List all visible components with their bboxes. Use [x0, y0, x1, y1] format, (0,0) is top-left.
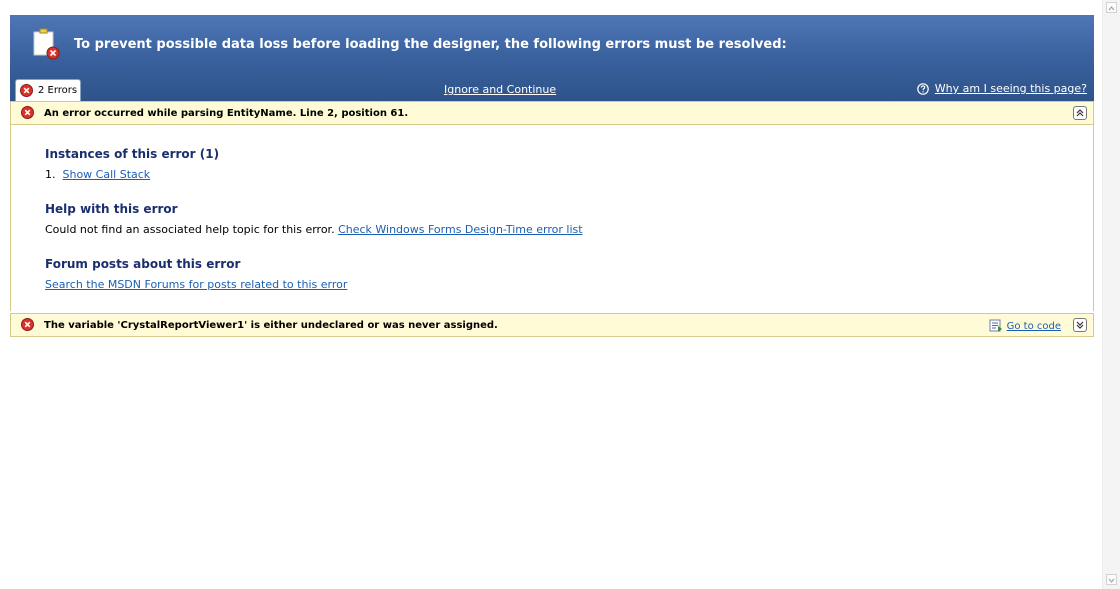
help-title: Help with this error — [45, 202, 178, 216]
chevron-up-double-icon[interactable] — [1073, 106, 1087, 120]
error-details-1: Instances of this error (1) 1. Show Call… — [10, 125, 1094, 311]
error-message: The variable 'CrystalReportViewer1' is e… — [44, 320, 498, 331]
page-title: To prevent possible data loss before loa… — [74, 37, 787, 52]
tab-errors-label: 2 Errors — [38, 85, 78, 96]
help-row: Could not find an associated help topic … — [45, 223, 583, 236]
error-header-panel: To prevent possible data loss before loa… — [10, 15, 1094, 101]
go-to-code-area: Go to code — [989, 319, 1061, 332]
instance-number: 1. — [45, 168, 56, 181]
error-bar-2[interactable]: The variable 'CrystalReportViewer1' is e… — [10, 313, 1094, 337]
instance-row: 1. Show Call Stack — [45, 168, 150, 181]
instances-title: Instances of this error (1) — [45, 147, 220, 161]
question-circle-icon — [916, 83, 929, 95]
tab-errors[interactable]: 2 Errors — [15, 79, 81, 101]
go-to-code-link[interactable]: Go to code — [1007, 321, 1061, 332]
search-msdn-forums-link[interactable]: Search the MSDN Forums for posts related… — [45, 278, 347, 291]
vertical-scrollbar[interactable] — [1102, 0, 1120, 589]
show-call-stack-link[interactable]: Show Call Stack — [63, 168, 151, 181]
error-icon — [21, 318, 34, 331]
error-message: An error occurred while parsing EntityNa… — [44, 108, 409, 119]
forum-title: Forum posts about this error — [45, 257, 241, 271]
help-area: Why am I seeing this page? — [916, 82, 1087, 95]
forum-row: Search the MSDN Forums for posts related… — [45, 278, 347, 291]
check-error-list-link[interactable]: Check Windows Forms Design-Time error li… — [338, 223, 583, 236]
error-bar-1[interactable]: An error occurred while parsing EntityNa… — [10, 101, 1094, 125]
why-am-i-seeing-link[interactable]: Why am I seeing this page? — [935, 82, 1087, 95]
ignore-and-continue-link[interactable]: Ignore and Continue — [444, 83, 556, 96]
scroll-down-button[interactable] — [1106, 574, 1117, 585]
error-icon — [20, 84, 33, 97]
code-file-icon — [989, 319, 1002, 332]
chevron-down-double-icon[interactable] — [1073, 318, 1087, 332]
help-text: Could not find an associated help topic … — [45, 223, 335, 236]
document-error-icon — [33, 28, 60, 60]
error-icon — [21, 106, 34, 119]
scroll-up-button[interactable] — [1106, 2, 1117, 13]
